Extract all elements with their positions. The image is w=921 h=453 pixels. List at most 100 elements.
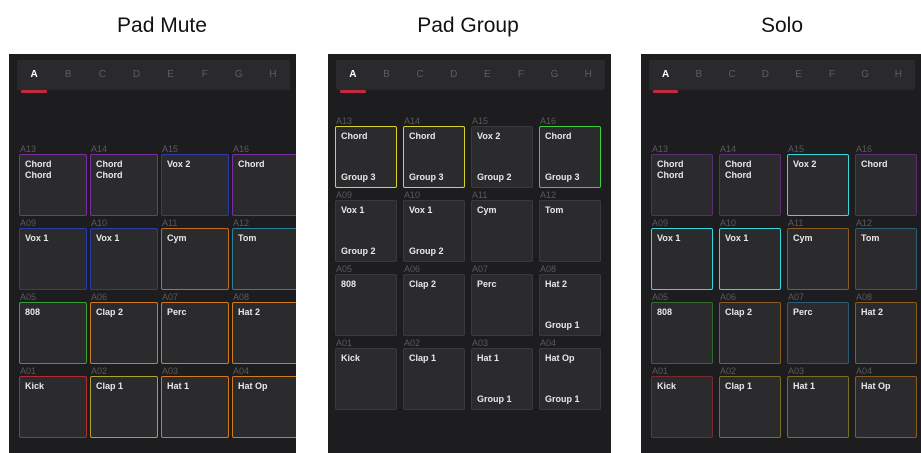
- pad-id-label: A14: [404, 116, 421, 126]
- pad-cell: A08 Hat 2: [855, 292, 917, 364]
- pad-button[interactable]: Vox 2: [787, 154, 849, 216]
- pad-button[interactable]: Hat Op: [232, 376, 296, 438]
- pad-name-secondary: Chord: [657, 170, 684, 180]
- pad-name: Vox 1: [725, 233, 749, 243]
- pad-button[interactable]: Kick: [651, 376, 713, 438]
- pad-id-label: A01: [652, 366, 669, 376]
- pad-name: Vox 1: [96, 233, 120, 243]
- pad-button[interactable]: Hat 2: [855, 302, 917, 364]
- pad-button[interactable]: Vox 1: [19, 228, 87, 290]
- tab-bank-a[interactable]: A: [17, 60, 51, 93]
- pad-button[interactable]: Clap 1: [90, 376, 158, 438]
- pad-cell: A11 Cym: [471, 190, 533, 262]
- pad-button[interactable]: Tom: [855, 228, 917, 290]
- tab-bank-e[interactable]: E: [471, 60, 505, 90]
- pad-button[interactable]: Perc: [161, 302, 229, 364]
- tab-bank-e[interactable]: E: [782, 60, 815, 90]
- pad-group-label: Group 2: [477, 172, 512, 182]
- pad-button[interactable]: 808: [651, 302, 713, 364]
- tab-bank-f[interactable]: F: [815, 60, 848, 90]
- pad-id-label: A08: [856, 292, 873, 302]
- pad-button[interactable]: Tom: [232, 228, 296, 290]
- pad-button[interactable]: Hat 1: [787, 376, 849, 438]
- tab-bank-f[interactable]: F: [188, 60, 222, 90]
- pad-button[interactable]: Clap 2: [403, 274, 465, 336]
- pad-name: Chord: [341, 131, 368, 141]
- pad-button[interactable]: Cym: [471, 200, 533, 262]
- pad-name: Hat Op: [861, 381, 891, 391]
- tab-bank-b[interactable]: B: [682, 60, 715, 90]
- pad-button[interactable]: Hat 2: [232, 302, 296, 364]
- tab-bank-b[interactable]: B: [370, 60, 404, 90]
- pad-button[interactable]: Clap 2: [719, 302, 781, 364]
- pad-grid: A13 Chord Group 3 A14 Chord Group 3 A15 Vox 2 Gr…: [335, 116, 601, 410]
- pad-id-label: A04: [856, 366, 873, 376]
- pad-button[interactable]: Vox 2 Group 2: [471, 126, 533, 188]
- pad-button[interactable]: 808: [335, 274, 397, 336]
- tab-bank-a[interactable]: A: [649, 60, 682, 93]
- pad-button[interactable]: Chord Chord: [90, 154, 158, 216]
- pad-button[interactable]: Clap 1: [719, 376, 781, 438]
- pad-button[interactable]: Hat 1: [161, 376, 229, 438]
- tab-bank-d[interactable]: D: [119, 60, 153, 90]
- tab-bank-g[interactable]: G: [538, 60, 572, 90]
- pad-name: Clap 1: [725, 381, 753, 391]
- tab-bank-f[interactable]: F: [504, 60, 538, 90]
- pad-button[interactable]: Vox 1: [719, 228, 781, 290]
- pad-name: Clap 2: [725, 307, 753, 317]
- pad-name: Tom: [238, 233, 257, 243]
- pad-button[interactable]: Tom: [539, 200, 601, 262]
- pad-button[interactable]: Clap 2: [90, 302, 158, 364]
- pad-button[interactable]: Hat Op: [855, 376, 917, 438]
- pad-button[interactable]: Hat Op Group 1: [539, 348, 601, 410]
- pad-cell: A01 Kick: [335, 338, 397, 410]
- tab-bank-c[interactable]: C: [403, 60, 437, 90]
- pad-cell: A04 Hat Op: [232, 366, 296, 438]
- pad-button[interactable]: Chord Chord: [719, 154, 781, 216]
- tab-bank-c[interactable]: C: [716, 60, 749, 90]
- pad-button[interactable]: 808: [19, 302, 87, 364]
- pad-button[interactable]: Cym: [787, 228, 849, 290]
- pad-button[interactable]: Perc: [471, 274, 533, 336]
- tab-bank-b[interactable]: B: [51, 60, 85, 90]
- pad-id-label: A15: [162, 144, 179, 154]
- pad-button[interactable]: Vox 1 Group 2: [335, 200, 397, 262]
- pad-name: Vox 1: [341, 205, 365, 215]
- pad-button[interactable]: Hat 1 Group 1: [471, 348, 533, 410]
- tab-bank-g[interactable]: G: [222, 60, 256, 90]
- tab-bank-h[interactable]: H: [256, 60, 290, 90]
- pad-button[interactable]: Vox 1: [651, 228, 713, 290]
- pad-button[interactable]: Cym: [161, 228, 229, 290]
- pad-button[interactable]: Chord Group 3: [403, 126, 465, 188]
- tab-bank-h[interactable]: H: [882, 60, 915, 90]
- pad-id-label: A12: [856, 218, 873, 228]
- pad-name: Vox 2: [793, 159, 817, 169]
- pad-button[interactable]: Vox 1: [90, 228, 158, 290]
- pad-button[interactable]: Chord Group 3: [335, 126, 397, 188]
- tab-bank-e[interactable]: E: [154, 60, 188, 90]
- pad-button[interactable]: Chord Chord: [651, 154, 713, 216]
- tab-bank-c[interactable]: C: [85, 60, 119, 90]
- pad-button[interactable]: Chord: [232, 154, 296, 216]
- pad-id-label: A03: [162, 366, 179, 376]
- pad-button[interactable]: Kick: [19, 376, 87, 438]
- tab-bank-d[interactable]: D: [749, 60, 782, 90]
- pad-button[interactable]: Vox 2: [161, 154, 229, 216]
- pad-button[interactable]: Hat 2 Group 1: [539, 274, 601, 336]
- pad-group-label: Group 1: [477, 394, 512, 404]
- pad-button[interactable]: Vox 1 Group 2: [403, 200, 465, 262]
- pad-button[interactable]: Chord Group 3: [539, 126, 601, 188]
- pad-button[interactable]: Chord: [855, 154, 917, 216]
- pad-button[interactable]: Chord Chord: [19, 154, 87, 216]
- pad-cell: A12 Tom: [539, 190, 601, 262]
- tab-bank-d[interactable]: D: [437, 60, 471, 90]
- pad-name: Chord: [238, 159, 265, 169]
- pad-button[interactable]: Clap 1: [403, 348, 465, 410]
- pad-name: Cym: [477, 205, 497, 215]
- pad-button[interactable]: Perc: [787, 302, 849, 364]
- tab-bank-h[interactable]: H: [571, 60, 605, 90]
- pad-id-label: A10: [404, 190, 421, 200]
- tab-bank-a[interactable]: A: [336, 60, 370, 93]
- pad-button[interactable]: Kick: [335, 348, 397, 410]
- tab-bank-g[interactable]: G: [849, 60, 882, 90]
